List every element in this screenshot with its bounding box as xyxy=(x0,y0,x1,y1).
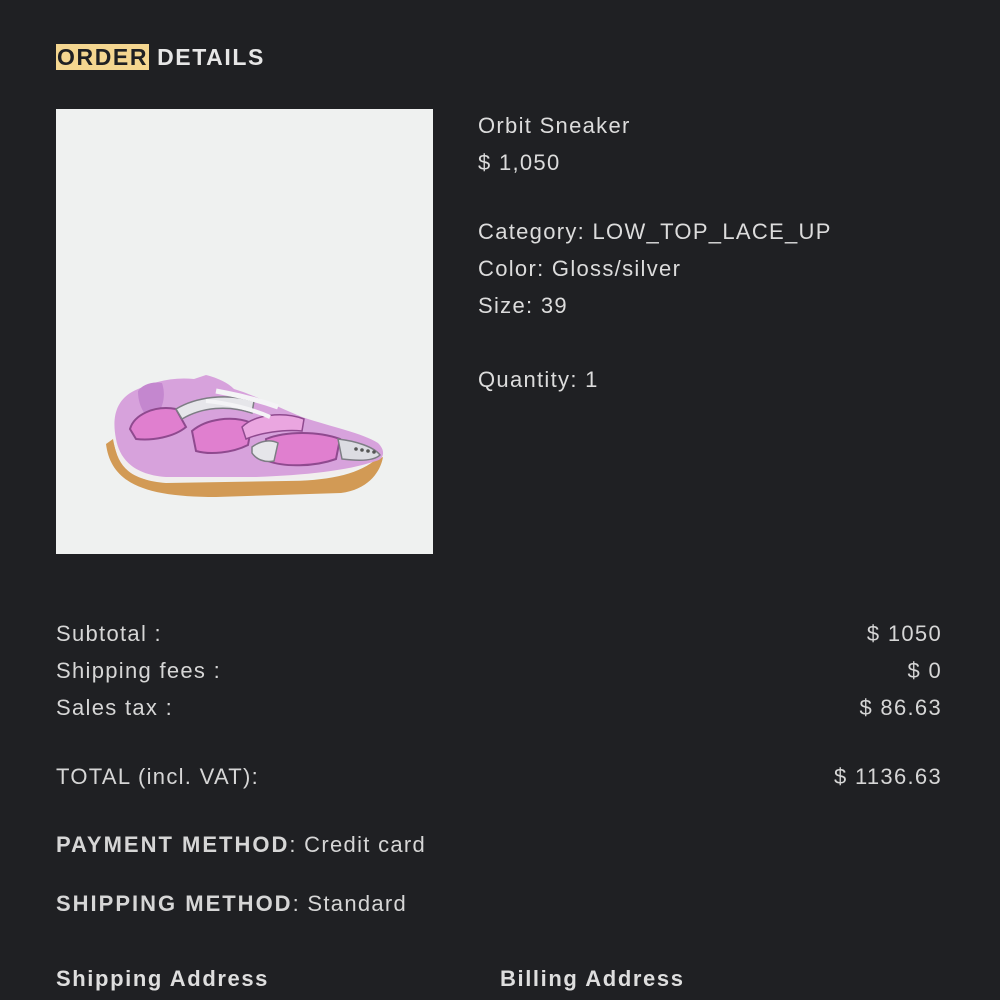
product-color: Color: Gloss/silver xyxy=(478,256,681,282)
product-image[interactable] xyxy=(56,109,433,554)
shipping-method-label: SHIPPING METHOD xyxy=(56,891,293,916)
shipping-method: SHIPPING METHOD: Standard xyxy=(56,891,407,917)
sales-tax-value: $ 86.63 xyxy=(859,695,942,720)
total-label: TOTAL (incl. VAT): xyxy=(56,764,260,789)
payment-method: PAYMENT METHOD: Credit card xyxy=(56,832,426,858)
color-value: Gloss/silver xyxy=(551,256,682,281)
billing-address-heading: Billing Address xyxy=(500,966,685,991)
quantity-value: 1 xyxy=(585,367,599,392)
product-name[interactable]: Orbit Sneaker xyxy=(478,113,631,139)
shipping-fees-label: Shipping fees : xyxy=(56,658,222,683)
page-title-highlight: ORDER xyxy=(56,44,150,70)
shipping-method-value: : Standard xyxy=(292,891,408,916)
shipping-fees-value: $ 0 xyxy=(907,658,942,683)
category-label: Category: xyxy=(478,219,586,244)
payment-method-value: : Credit card xyxy=(289,832,427,857)
shipping-address-heading: Shipping Address xyxy=(56,966,270,991)
category-value: LOW_TOP_LACE_UP xyxy=(592,219,832,244)
product-category: Category: LOW_TOP_LACE_UP xyxy=(478,219,832,245)
subtotal-label: Subtotal : xyxy=(56,621,162,646)
payment-method-label: PAYMENT METHOD xyxy=(56,832,290,857)
sneaker-illustration xyxy=(106,375,384,497)
size-label: Size: xyxy=(478,293,534,318)
page-title-rest: DETAILS xyxy=(157,44,265,70)
subtotal-value: $ 1050 xyxy=(866,621,942,646)
color-label: Color: xyxy=(478,256,545,281)
quantity-label: Quantity: xyxy=(478,367,578,392)
sales-tax-label: Sales tax : xyxy=(56,695,174,720)
product-price: $ 1,050 xyxy=(478,150,561,175)
product-quantity: Quantity: 1 xyxy=(478,367,599,393)
total-value: $ 1136.63 xyxy=(834,764,942,789)
product-size: Size: 39 xyxy=(478,293,568,319)
size-value: 39 xyxy=(540,293,568,318)
page-title: ORDER DETAILS xyxy=(56,44,265,71)
